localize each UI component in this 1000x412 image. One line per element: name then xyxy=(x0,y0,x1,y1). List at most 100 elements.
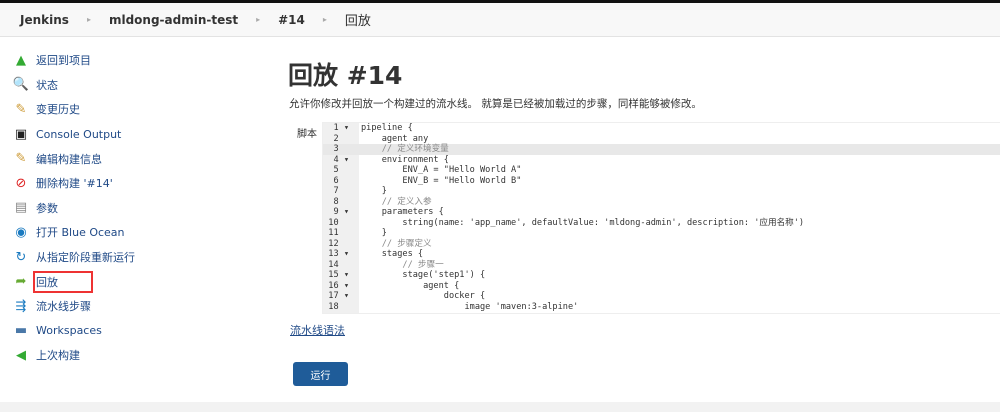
code-text: stages { xyxy=(361,249,424,259)
sidebar-item[interactable]: ◉ 打开 Blue Ocean xyxy=(12,220,272,245)
code-line: 14 // 步骤一 xyxy=(323,260,1000,271)
code-line: 3 // 定义环境变量 xyxy=(323,144,1000,155)
code-line: 15 ▾ stage('step1') { xyxy=(323,270,1000,281)
code-text: agent { xyxy=(361,280,460,291)
sidebar: ▲ 返回到项目 🔍 状态 ✎ 变更历史 ▣ Console Output ✎ 编辑构建信息 ⊘ 删除构… xyxy=(12,48,272,368)
notepad-icon: ✎ xyxy=(15,151,27,167)
sidebar-item-label: Console Output xyxy=(36,127,122,141)
line-number: 17 ▾ xyxy=(328,291,349,301)
sidebar-item-label: Workspaces xyxy=(36,324,102,338)
code-text: environment { xyxy=(361,154,449,165)
footer xyxy=(0,402,1000,412)
breadcrumb-jenkins[interactable]: Jenkins xyxy=(20,13,69,27)
sidebar-item-label: 状态 xyxy=(36,78,58,92)
line-number: 2 xyxy=(333,133,349,144)
code-text: // 步骤定义 xyxy=(361,238,432,249)
sidebar-item[interactable]: ▬ Workspaces xyxy=(12,319,272,344)
code-line: 18 image 'maven:3-alpine' xyxy=(323,302,1000,313)
no-entry-icon: ⊘ xyxy=(15,175,27,191)
chevron-right-icon: ▸ xyxy=(322,15,327,24)
sidebar-item[interactable]: ⇶ 流水线步骤 xyxy=(12,294,272,319)
folder-icon: ▬ xyxy=(14,323,28,339)
line-number: 1 ▾ xyxy=(333,123,349,133)
breadcrumb-replay[interactable]: 回放 xyxy=(345,10,371,29)
sidebar-item-label: 从指定阶段重新运行 xyxy=(36,251,135,265)
code-text: image 'maven:3-alpine' xyxy=(361,301,579,312)
code-text: pipeline { xyxy=(361,123,413,133)
code-line: 9 ▾ parameters { xyxy=(323,207,1000,218)
page-title: 回放 #14 xyxy=(288,61,403,90)
arrow-up-icon: ▲ xyxy=(16,52,26,68)
sidebar-item-label: 编辑构建信息 xyxy=(36,152,102,166)
line-number: 10 xyxy=(328,217,349,228)
code-line: 4 ▾ environment { xyxy=(323,155,1000,166)
line-number: 8 xyxy=(333,196,349,207)
sidebar-item[interactable]: ⊘ 删除构建 '#14' xyxy=(12,171,272,196)
code-text: ENV_A = "Hello World A" xyxy=(361,165,522,175)
code-line: 13 ▾ stages { xyxy=(323,249,1000,260)
line-number: 12 xyxy=(328,238,349,249)
sidebar-item[interactable]: ▣ Console Output xyxy=(12,122,272,147)
code-line: 17 ▾ docker { xyxy=(323,291,1000,302)
sidebar-item[interactable]: ✎ 变更历史 xyxy=(12,97,272,122)
sidebar-item[interactable]: ▲ 返回到项目 xyxy=(12,48,272,73)
replay-icon: ➦ xyxy=(15,274,27,290)
code-text: string(name: 'app_name', defaultValue: '… xyxy=(361,217,805,228)
code-text: // 定义入参 xyxy=(361,196,432,207)
sidebar-item[interactable]: ◀ 上次构建 xyxy=(12,343,272,368)
arrow-left-icon: ◀ xyxy=(16,347,26,363)
script-label: 脚本 xyxy=(297,129,317,140)
sidebar-item-label: 返回到项目 xyxy=(36,54,91,68)
code-line: 10 string(name: 'app_name', defaultValue… xyxy=(323,218,1000,229)
line-number: 3 xyxy=(333,144,349,154)
code-line: 1 ▾ pipeline { xyxy=(323,123,1000,134)
sidebar-item-label: 参数 xyxy=(36,201,58,215)
line-number: 11 xyxy=(328,228,349,238)
line-number: 16 ▾ xyxy=(328,280,349,291)
line-number: 15 ▾ xyxy=(328,270,349,280)
code-line: 12 // 步骤定义 xyxy=(323,239,1000,250)
code-text: // 步骤一 xyxy=(361,259,444,270)
script-editor[interactable]: 1 ▾ pipeline {2 agent any 3 // 定义环境变量 4 ▾ e… xyxy=(322,122,1000,314)
sidebar-item[interactable]: ➦ 回放 xyxy=(12,269,272,294)
sidebar-item-label: 流水线步骤 xyxy=(36,300,91,314)
breadcrumb-project[interactable]: mldong-admin-test xyxy=(109,13,238,27)
line-number: 6 xyxy=(333,175,349,186)
search-icon: 🔍 xyxy=(12,77,30,93)
code-text: agent any xyxy=(361,133,429,144)
line-number: 7 xyxy=(333,186,349,196)
restart-icon: ↻ xyxy=(15,249,27,265)
sidebar-item[interactable]: ↻ 从指定阶段重新运行 xyxy=(12,245,272,270)
code-line: 5 ENV_A = "Hello World A" xyxy=(323,165,1000,176)
code-text: // 定义环境变量 xyxy=(361,144,449,154)
breadcrumb-build[interactable]: #14 xyxy=(278,13,305,27)
line-number: 5 xyxy=(333,165,349,175)
pipeline-syntax-link[interactable]: 流水线语法 xyxy=(290,322,345,338)
code-text: } xyxy=(361,186,387,196)
code-text: stage('step1') { xyxy=(361,270,486,280)
sidebar-item[interactable]: ✎ 编辑构建信息 xyxy=(12,146,272,171)
sidebar-item[interactable]: 🔍 状态 xyxy=(12,73,272,98)
chevron-right-icon: ▸ xyxy=(86,15,91,24)
code-text: } xyxy=(361,228,387,238)
code-line: 16 ▾ agent { xyxy=(323,281,1000,292)
sidebar-item[interactable]: ▤ 参数 xyxy=(12,196,272,221)
chevron-right-icon: ▸ xyxy=(256,15,261,24)
code-line: 7 } xyxy=(323,186,1000,197)
steps-icon: ⇶ xyxy=(15,298,27,314)
code-text: parameters { xyxy=(361,207,444,217)
terminal-icon: ▣ xyxy=(14,126,28,142)
code-line: 6 ENV_B = "Hello World B" xyxy=(323,176,1000,187)
sidebar-item-label: 变更历史 xyxy=(36,103,80,117)
code-text: ENV_B = "Hello World B" xyxy=(361,175,522,186)
sidebar-item-label: 回放 xyxy=(33,270,93,293)
code-text: docker { xyxy=(361,291,486,301)
blue-ocean-icon: ◉ xyxy=(15,224,27,240)
line-number: 18 xyxy=(328,301,349,312)
run-button[interactable]: 运行 xyxy=(293,362,348,386)
code-line: 11 } xyxy=(323,228,1000,239)
sidebar-item-label: 上次构建 xyxy=(36,349,80,363)
code-line: 2 agent any xyxy=(323,134,1000,145)
code-line: 8 // 定义入参 xyxy=(323,197,1000,208)
line-number: 9 ▾ xyxy=(333,207,349,217)
